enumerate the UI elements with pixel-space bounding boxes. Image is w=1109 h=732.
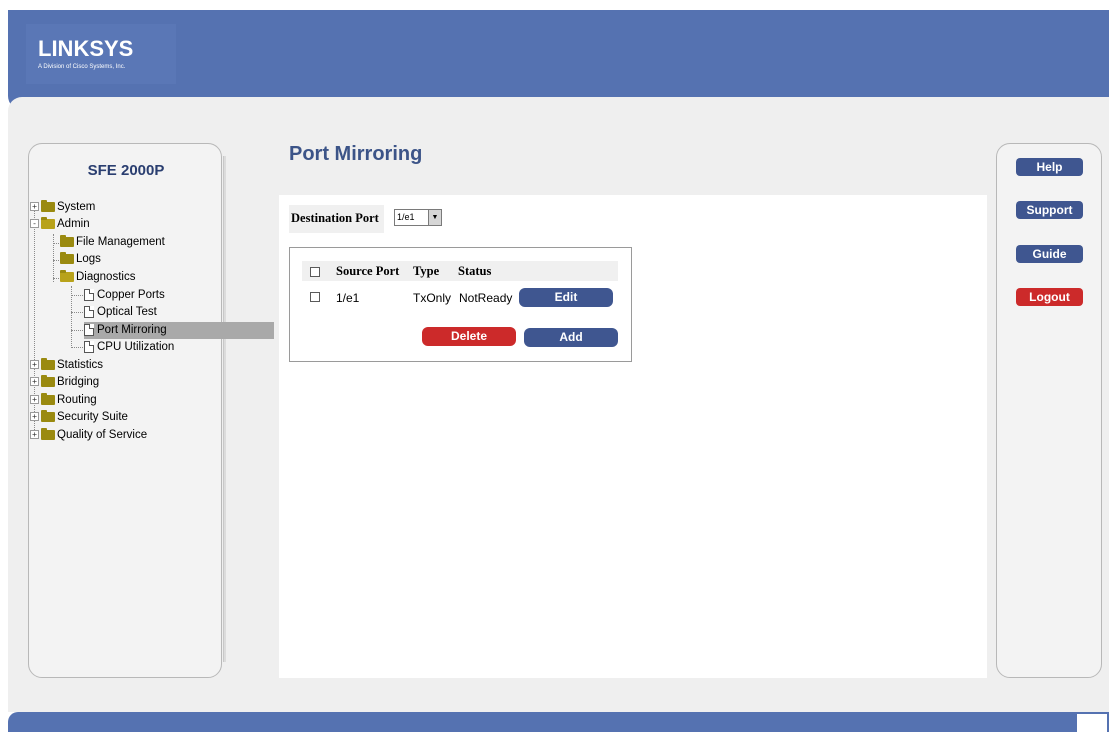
tree-item-admin[interactable]: - Admin bbox=[30, 216, 90, 233]
tree-item-cpu-utilization[interactable]: CPU Utilization bbox=[84, 339, 174, 356]
folder-icon bbox=[60, 234, 74, 247]
select-all-checkbox[interactable] bbox=[310, 267, 320, 277]
expand-icon[interactable]: + bbox=[30, 430, 39, 440]
tree-guide-line bbox=[53, 234, 54, 282]
tree-item-label: Bridging bbox=[57, 376, 100, 388]
collapse-icon[interactable]: - bbox=[30, 219, 39, 229]
tree-item-label: Optical Test bbox=[97, 306, 157, 318]
footer-bar bbox=[8, 712, 1109, 732]
folder-icon bbox=[41, 374, 55, 387]
tree-item-file-management[interactable]: File Management bbox=[60, 234, 165, 251]
row-checkbox[interactable] bbox=[310, 292, 320, 302]
page-icon bbox=[84, 288, 94, 301]
add-button[interactable]: Add bbox=[524, 328, 618, 347]
column-header-source-port: Source Port bbox=[336, 264, 400, 278]
page-icon bbox=[84, 305, 94, 318]
expand-icon[interactable]: + bbox=[30, 360, 39, 370]
tree-item-security-suite[interactable]: + Security Suite bbox=[30, 409, 128, 426]
tree-item-label: CPU Utilization bbox=[97, 341, 175, 353]
folder-icon bbox=[41, 199, 55, 212]
support-button[interactable]: Support bbox=[1016, 201, 1083, 219]
tree-item-quality-of-service[interactable]: + Quality of Service bbox=[30, 427, 147, 444]
tree-item-optical-test[interactable]: Optical Test bbox=[84, 304, 157, 321]
help-panel bbox=[996, 143, 1102, 678]
linksys-logo: LINKSYS A Division of Cisco Systems, Inc… bbox=[26, 24, 176, 84]
destination-port-select[interactable]: 1/e1 ▼ bbox=[394, 209, 442, 226]
tree-item-bridging[interactable]: + Bridging bbox=[30, 374, 99, 391]
delete-button[interactable]: Delete bbox=[422, 327, 516, 346]
tree-item-label: Diagnostics bbox=[76, 271, 136, 283]
tree-item-label: Logs bbox=[76, 253, 101, 265]
tree-item-label: Copper Ports bbox=[97, 289, 165, 301]
folder-icon bbox=[41, 357, 55, 370]
sidebar-divider[interactable] bbox=[223, 156, 226, 662]
tree-item-label: Security Suite bbox=[57, 411, 128, 423]
tree-item-routing[interactable]: + Routing bbox=[30, 392, 97, 409]
tree-item-label: Admin bbox=[57, 218, 90, 230]
tree-guide-line bbox=[71, 330, 83, 331]
cell-source-port: 1/e1 bbox=[336, 291, 360, 305]
tree-item-label: System bbox=[57, 201, 96, 213]
tree-item-label: Statistics bbox=[57, 359, 104, 371]
tree-item-label: Port Mirroring bbox=[97, 324, 167, 336]
tree-item-system[interactable]: + System bbox=[30, 199, 95, 216]
page-title: Port Mirroring bbox=[289, 143, 423, 165]
help-button[interactable]: Help bbox=[1016, 158, 1083, 176]
page: LINKSYS A Division of Cisco Systems, Inc… bbox=[0, 0, 1109, 732]
folder-icon bbox=[60, 251, 74, 264]
folder-icon bbox=[41, 409, 55, 422]
folder-icon bbox=[41, 392, 55, 405]
expand-icon[interactable]: + bbox=[30, 395, 39, 405]
tree-guide-line bbox=[71, 312, 83, 313]
cell-status: NotReady bbox=[459, 291, 513, 305]
tree-item-label: Quality of Service bbox=[57, 429, 148, 441]
edit-button[interactable]: Edit bbox=[519, 288, 613, 307]
dropdown-arrow-icon[interactable]: ▼ bbox=[428, 210, 441, 225]
page-icon bbox=[84, 323, 94, 336]
tree-guide-line bbox=[71, 347, 83, 348]
tree-item-port-mirroring[interactable]: Port Mirroring bbox=[84, 322, 274, 339]
guide-button[interactable]: Guide bbox=[1016, 245, 1083, 263]
tree-item-diagnostics[interactable]: Diagnostics bbox=[60, 269, 135, 286]
tree-item-label: Routing bbox=[57, 394, 97, 406]
tree-item-statistics[interactable]: + Statistics bbox=[30, 357, 103, 374]
header-bar: LINKSYS A Division of Cisco Systems, Inc… bbox=[8, 10, 1109, 110]
column-header-status: Status bbox=[458, 264, 492, 278]
folder-open-icon bbox=[60, 269, 74, 282]
tree-item-label: File Management bbox=[76, 236, 165, 248]
expand-icon[interactable]: + bbox=[30, 202, 39, 212]
tree-item-logs[interactable]: Logs bbox=[60, 251, 101, 268]
folder-icon bbox=[41, 427, 55, 440]
folder-open-icon bbox=[41, 216, 55, 229]
logo-subtitle: A Division of Cisco Systems, Inc. bbox=[38, 64, 126, 70]
tree-item-copper-ports[interactable]: Copper Ports bbox=[84, 287, 165, 304]
cell-type: TxOnly bbox=[413, 291, 452, 305]
page-icon bbox=[84, 340, 94, 353]
cisco-logo bbox=[1077, 714, 1107, 732]
column-header-type: Type bbox=[413, 264, 440, 278]
expand-icon[interactable]: + bbox=[30, 412, 39, 422]
destination-port-value: 1/e1 bbox=[397, 212, 415, 222]
expand-icon[interactable]: + bbox=[30, 377, 39, 387]
destination-port-label: Destination Port bbox=[291, 211, 379, 225]
product-title: SFE 2000P bbox=[87, 162, 165, 179]
logout-button[interactable]: Logout bbox=[1016, 288, 1083, 306]
tree-guide-line bbox=[71, 295, 83, 296]
logo-text: LINKSYS bbox=[38, 36, 134, 61]
